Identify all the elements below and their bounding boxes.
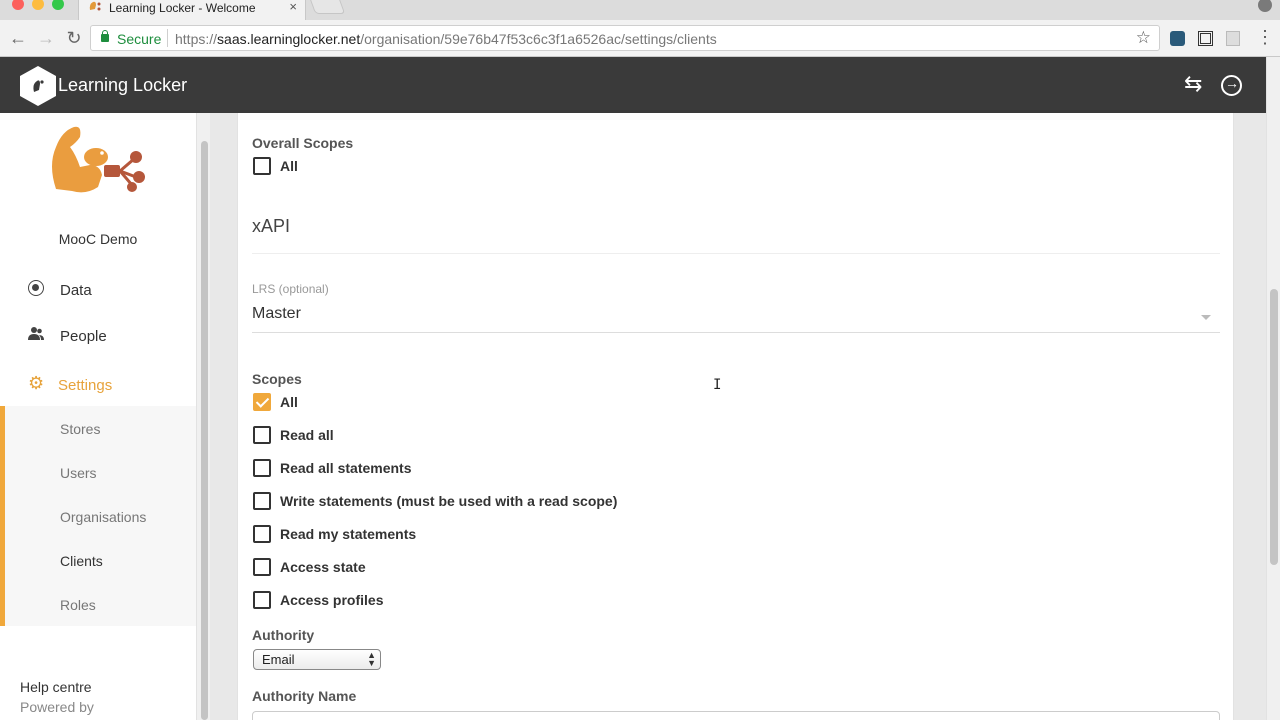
switch-org-icon[interactable]: ⇆ (1184, 73, 1202, 95)
authority-select-value: Email (262, 652, 295, 667)
checkbox-label: Read all statements (280, 460, 412, 476)
client-form-panel: Overall Scopes All xAPI LRS (optional) M… (237, 113, 1234, 720)
logout-icon[interactable] (1221, 75, 1242, 96)
tab-close-icon[interactable]: × (289, 0, 297, 14)
new-tab-button[interactable] (308, 0, 346, 14)
checkbox[interactable] (253, 426, 271, 444)
back-icon[interactable]: ← (8, 27, 28, 49)
address-bar[interactable]: Secure https://saas.learninglocker.net/o… (90, 25, 1160, 51)
org-name[interactable]: MooC Demo (0, 231, 196, 247)
help-centre-link[interactable]: Help centre (20, 679, 92, 695)
sidebar-item-label: People (60, 328, 107, 345)
sidebar-subitem-users[interactable]: Users (60, 465, 97, 481)
checkbox-label: Read all (280, 427, 334, 443)
lrs-field-label: LRS (optional) (252, 282, 329, 296)
lrs-select-value[interactable]: Master (252, 305, 301, 323)
checkbox[interactable] (253, 492, 271, 510)
browser-tab-bar: Learning Locker - Welcome × (0, 0, 1280, 20)
checkbox-label: All (280, 394, 298, 410)
sidebar-subitem-stores[interactable]: Stores (60, 421, 100, 437)
gear-icon: ⚙ (28, 373, 45, 393)
authority-label: Authority (252, 627, 315, 643)
squirrel-favicon-icon (89, 1, 101, 11)
sidebar-scrollbar[interactable] (196, 113, 210, 720)
people-icon (28, 327, 44, 340)
sidebar-subitem-roles[interactable]: Roles (60, 597, 96, 613)
sidebar-item-data[interactable]: Data (0, 271, 196, 311)
radio-icon (28, 280, 44, 296)
sidebar-item-label: Settings (58, 377, 113, 394)
minimize-window-button[interactable] (32, 0, 44, 10)
extension-icon[interactable] (1226, 31, 1240, 46)
checkbox-label: Access state (280, 559, 366, 575)
url-scheme: https:// (175, 31, 218, 47)
checkbox-label: All (280, 158, 298, 174)
sidebar-item-settings[interactable]: ⚙ Settings (0, 360, 196, 406)
checkbox[interactable] (253, 558, 271, 576)
url-text[interactable]: https://saas.learninglocker.net/organisa… (175, 31, 717, 47)
page-scrollbar[interactable] (1266, 57, 1280, 720)
menu-icon[interactable]: ⋮ (1256, 28, 1274, 46)
qr-extension-icon[interactable] (1198, 31, 1213, 46)
checkbox[interactable] (253, 157, 271, 175)
star-icon[interactable]: ☆ (1136, 28, 1151, 48)
overall-scopes-label: Overall Scopes (252, 135, 354, 151)
checkbox[interactable] (253, 459, 271, 477)
reload-icon[interactable]: ↻ (64, 27, 84, 49)
scopes-label: Scopes (252, 371, 302, 387)
authority-name-label: Authority Name (252, 688, 357, 704)
settings-group: ⚙ Settings Stores Users Organisations Cl… (0, 360, 196, 626)
learning-locker-logo-icon[interactable] (19, 65, 57, 107)
checkbox[interactable] (253, 525, 271, 543)
xapi-section-title: xAPI (252, 216, 291, 236)
checkbox-label: Read my statements (280, 526, 417, 542)
authority-select[interactable]: Email ▲ ▼ (253, 649, 381, 670)
url-path: /organisation/59e76b47f53c6c3f1a6526ac/s… (360, 31, 717, 47)
app-header: Learning Locker ⇆ (0, 57, 1266, 113)
text-cursor-icon: I (713, 377, 722, 393)
url-host: saas.learninglocker.net (217, 31, 361, 47)
select-arrows-icon: ▲ ▼ (367, 650, 376, 668)
close-window-button[interactable] (12, 0, 24, 10)
forward-icon[interactable]: → (36, 27, 56, 49)
lrs-select-underline (252, 332, 1220, 333)
profile-icon[interactable] (1258, 0, 1272, 12)
browser-toolbar: ← → ↻ Secure https://saas.learninglocker… (0, 20, 1280, 57)
sidebar-subitem-organisations[interactable]: Organisations (60, 509, 146, 525)
sidebar-scroll-thumb[interactable] (201, 141, 208, 720)
url-separator (167, 29, 168, 47)
squirrel-logo-icon (52, 126, 145, 193)
sidebar-subitem-clients[interactable]: Clients (60, 553, 103, 569)
divider (252, 253, 1220, 254)
browser-tab[interactable]: Learning Locker - Welcome × (78, 0, 306, 20)
extension-icon[interactable] (1170, 31, 1185, 46)
page-scroll-thumb[interactable] (1270, 289, 1278, 565)
checkbox-checked[interactable] (253, 393, 271, 411)
chevron-down-icon[interactable] (1201, 315, 1211, 320)
sidebar-item-label: Data (60, 282, 92, 299)
secure-label: Secure (117, 31, 162, 47)
brand-name[interactable]: Learning Locker (58, 75, 187, 96)
authority-name-input[interactable] (252, 711, 1220, 720)
checkbox-label: Access profiles (280, 592, 384, 608)
lock-icon (101, 30, 109, 42)
powered-by-text: Powered by (20, 699, 94, 715)
sidebar-item-people[interactable]: People (0, 317, 196, 357)
maximize-window-button[interactable] (52, 0, 64, 10)
checkbox-label: Write statements (must be used with a re… (280, 493, 618, 509)
sidebar: MooC Demo Data People ⚙ Settings Stores … (0, 113, 196, 720)
checkbox[interactable] (253, 591, 271, 609)
tab-title: Learning Locker - Welcome (109, 1, 256, 15)
